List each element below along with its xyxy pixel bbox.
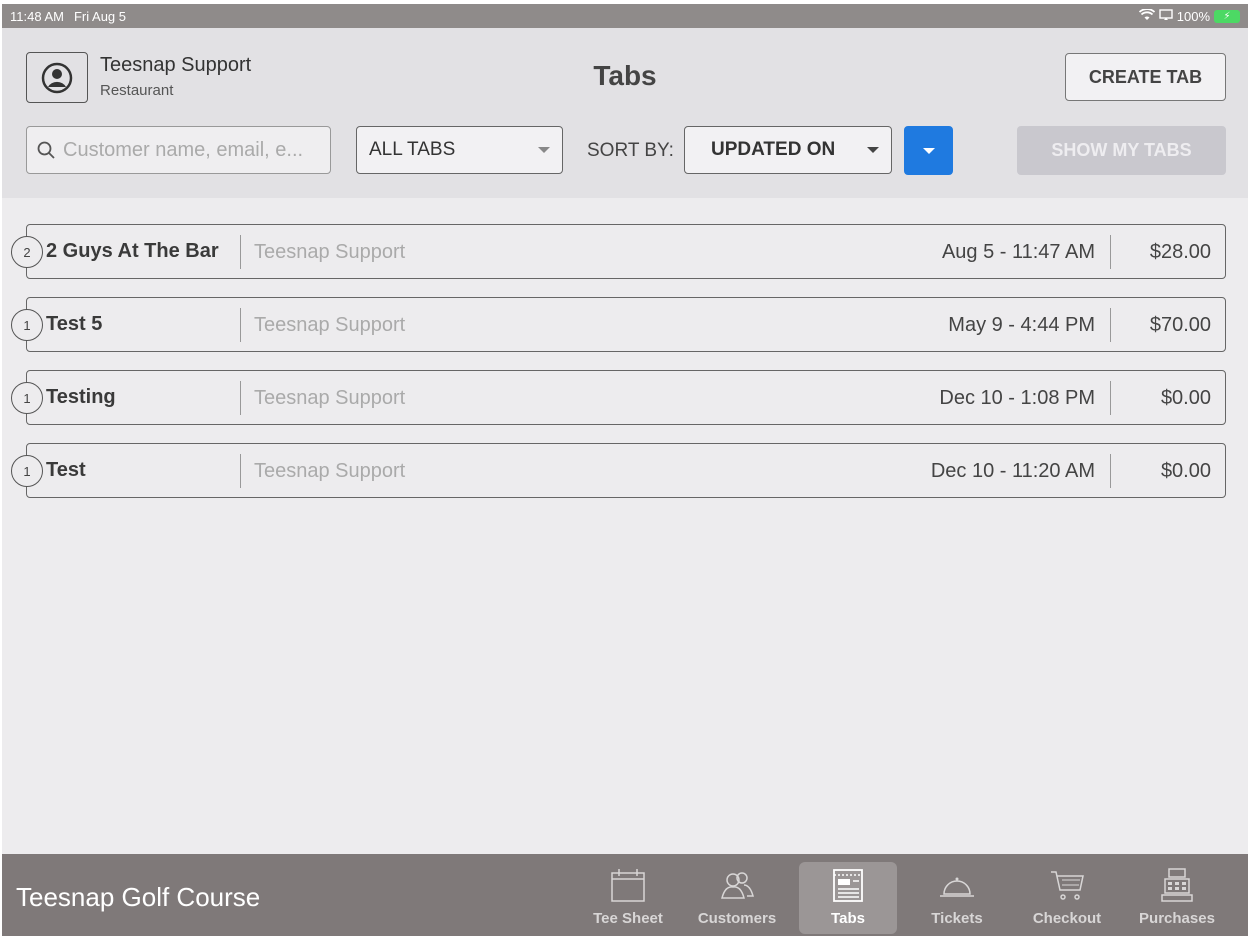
tab-updated: Dec 10 - 11:20 AM xyxy=(930,460,1095,482)
divider xyxy=(240,381,241,415)
app-frame: 11:48 AM Fri Aug 5 100% ⚡ Teesnap Suppor… xyxy=(2,4,1248,936)
tab-bar-item-customers[interactable]: Customers xyxy=(688,862,786,934)
sort-by-value: UPDATED ON xyxy=(711,139,836,160)
chevron-down-icon xyxy=(922,147,935,154)
tab-bar-label: Tee Sheet xyxy=(593,910,663,927)
divider xyxy=(240,308,241,342)
user-role: Restaurant xyxy=(100,82,174,99)
tab-bar-item-tickets[interactable]: Tickets xyxy=(908,862,1006,934)
course-name: Teesnap Golf Course xyxy=(16,882,261,912)
cart-icon xyxy=(1051,871,1084,900)
guest-count-badge: 1 xyxy=(11,382,43,414)
tab-bar-label: Checkout xyxy=(1032,910,1102,927)
tab-name: Test xyxy=(46,459,86,481)
header: Teesnap Support Restaurant Tabs CREATE T… xyxy=(2,28,1248,198)
tab-bar-item-purchases[interactable]: Purchases xyxy=(1128,862,1226,934)
tab-row[interactable]: 2 2 Guys At The Bar Teesnap Support Aug … xyxy=(11,224,1226,279)
divider xyxy=(1110,381,1111,415)
profile-button[interactable] xyxy=(26,52,88,103)
tab-name: Testing xyxy=(46,386,116,408)
tab-name: 2 Guys At The Bar xyxy=(46,240,219,262)
tab-bar-label: Tabs xyxy=(831,910,865,927)
page-title: Tabs xyxy=(593,60,657,91)
battery-icon: ⚡ xyxy=(1214,9,1240,23)
tab-bar-label: Customers xyxy=(697,910,777,927)
status-date: Fri Aug 5 xyxy=(73,8,126,24)
tab-owner: Teesnap Support xyxy=(254,241,406,263)
tab-updated: Aug 5 - 11:47 AM xyxy=(941,241,1095,263)
tab-filter-select[interactable]: ALL TABS xyxy=(356,126,563,174)
tab-row[interactable]: 1 Test 5 Teesnap Support May 9 - 4:44 PM… xyxy=(11,297,1226,352)
tab-bar-item-tabs[interactable]: Tabs xyxy=(799,862,897,934)
tab-amount: $28.00 xyxy=(1149,241,1211,263)
tab-filter-value: ALL TABS xyxy=(369,139,456,160)
bottom-tab-bar: Teesnap Golf Course Tee Sheet Customers xyxy=(2,854,1248,936)
wifi-icon xyxy=(1138,7,1155,24)
tab-updated: May 9 - 4:44 PM xyxy=(948,314,1095,336)
divider xyxy=(1110,235,1111,269)
tab-bar-label: Tickets xyxy=(931,910,983,927)
tab-bar-item-tee-sheet[interactable]: Tee Sheet xyxy=(579,862,677,934)
show-my-tabs-button[interactable]: SHOW MY TABS xyxy=(1017,126,1226,175)
divider xyxy=(1110,454,1111,488)
guest-count-badge: 1 xyxy=(11,309,43,341)
tab-amount: $70.00 xyxy=(1149,314,1211,336)
sort-direction-button[interactable] xyxy=(904,126,953,175)
tab-amount: $0.00 xyxy=(1160,460,1211,482)
user-name: Teesnap Support xyxy=(100,54,252,76)
register-icon xyxy=(1161,868,1193,902)
tab-owner: Teesnap Support xyxy=(254,387,406,409)
sort-by-select[interactable]: UPDATED ON xyxy=(684,126,892,174)
user-icon xyxy=(41,62,73,93)
status-bar: 11:48 AM Fri Aug 5 100% ⚡ xyxy=(2,4,1248,28)
divider xyxy=(240,235,241,269)
tab-updated: Dec 10 - 1:08 PM xyxy=(939,387,1095,409)
cloche-icon xyxy=(940,877,974,897)
screen-mirror-icon xyxy=(1159,8,1173,24)
search-box[interactable] xyxy=(26,126,331,174)
tab-amount: $0.00 xyxy=(1160,387,1211,409)
create-tab-button[interactable]: CREATE TAB xyxy=(1065,53,1226,101)
guest-count-badge: 1 xyxy=(11,455,43,487)
tab-owner: Teesnap Support xyxy=(254,460,406,482)
tab-name: Test 5 xyxy=(46,313,103,335)
tab-row[interactable]: 1 Testing Teesnap Support Dec 10 - 1:08 … xyxy=(11,370,1226,425)
tab-bar-label: Purchases xyxy=(1139,910,1215,927)
tabs-icon xyxy=(833,869,863,902)
customers-icon xyxy=(721,872,754,899)
divider xyxy=(1110,308,1111,342)
tab-row[interactable]: 1 Test Teesnap Support Dec 10 - 11:20 AM… xyxy=(11,443,1226,498)
tab-owner: Teesnap Support xyxy=(254,314,406,336)
divider xyxy=(240,454,241,488)
guest-count-badge: 2 xyxy=(11,236,43,268)
tab-bar-item-checkout[interactable]: Checkout xyxy=(1018,862,1116,934)
search-icon xyxy=(37,141,55,159)
sort-by-label: SORT BY: xyxy=(587,140,674,161)
search-input[interactable] xyxy=(63,138,323,162)
calendar-icon xyxy=(611,869,645,902)
chevron-down-icon xyxy=(867,147,879,153)
chevron-down-icon xyxy=(538,147,550,153)
battery-level: 100% xyxy=(1176,8,1210,24)
status-time: 11:48 AM xyxy=(10,8,64,24)
